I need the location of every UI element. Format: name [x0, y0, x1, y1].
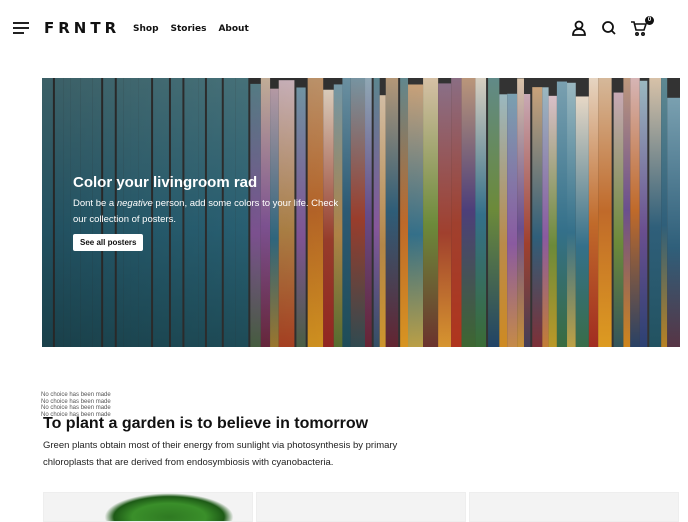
- product-card[interactable]: [43, 492, 253, 522]
- nav-stories[interactable]: Stories: [171, 24, 207, 34]
- section-text: Green plants obtain most of their energy…: [43, 440, 398, 468]
- search-icon[interactable]: [600, 19, 618, 37]
- logo[interactable]: FRNTR: [44, 19, 120, 37]
- main-nav: Shop Stories About: [133, 24, 249, 34]
- hero-title: Color your livingroom rad: [73, 174, 258, 191]
- hero-text: Dont be a negative person, add some colo…: [73, 198, 339, 225]
- product-card[interactable]: [256, 492, 466, 522]
- nav-about[interactable]: About: [218, 24, 248, 34]
- hero-banner: Color your livingroom rad Dont be a nega…: [42, 78, 680, 347]
- note: No choice has been made: [41, 392, 111, 398]
- section-title: To plant a garden is to believe in tomor…: [43, 415, 369, 432]
- see-all-posters-button[interactable]: See all posters: [73, 234, 144, 251]
- cart-icon[interactable]: 0: [630, 16, 654, 37]
- header: FRNTR Shop Stories About 0: [0, 0, 688, 58]
- product-card[interactable]: [469, 492, 679, 522]
- plant-image: [104, 493, 234, 521]
- nav-shop[interactable]: Shop: [133, 24, 159, 34]
- note: No choice has been made: [41, 405, 111, 411]
- cart-count-badge: 0: [645, 16, 654, 25]
- menu-icon[interactable]: [13, 22, 29, 34]
- user-icon[interactable]: [570, 19, 588, 37]
